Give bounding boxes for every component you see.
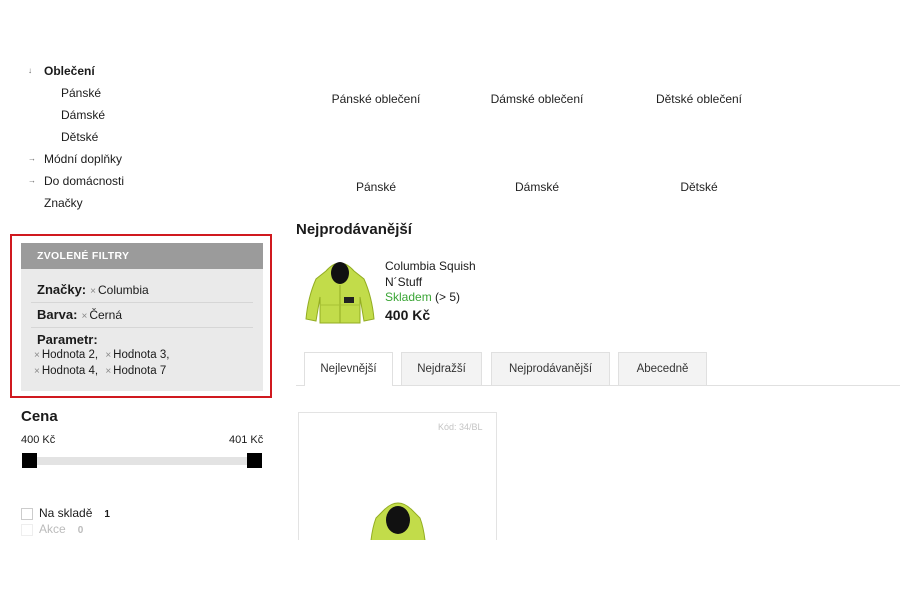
- tab-alphabetical[interactable]: Abecedně: [618, 352, 707, 385]
- checkbox-count: 0: [77, 525, 84, 536]
- product-name-line2: N´Stuff: [385, 275, 423, 289]
- tree-item-label: Dámské: [61, 108, 106, 122]
- tree-item-detske[interactable]: Dětské: [28, 126, 248, 148]
- tab-cheapest[interactable]: Nejlevnější: [304, 352, 393, 386]
- category-tree: ↓ Oblečení Pánské Dámské Dětské → Módní …: [28, 60, 248, 214]
- category-link-mens[interactable]: Pánské: [301, 180, 451, 194]
- bestsellers-title: Nejprodávanější: [296, 221, 412, 238]
- category-link-mens-clothing[interactable]: Pánské oblečení: [301, 92, 451, 106]
- checkbox-label: Na skladě: [39, 506, 93, 520]
- price-slider-max-handle[interactable]: [247, 453, 262, 468]
- checkbox-count: 1: [104, 509, 110, 520]
- tree-item-obleceni[interactable]: ↓ Oblečení: [28, 60, 248, 82]
- category-link-kids[interactable]: Dětské: [624, 180, 774, 194]
- product-name[interactable]: Columbia Squish N´Stuff: [385, 258, 505, 290]
- tree-item-damske[interactable]: Dámské: [28, 104, 248, 126]
- highlight-outline: [10, 234, 272, 398]
- tree-item-znacky[interactable]: Značky: [28, 192, 248, 214]
- price-slider-min-handle[interactable]: [22, 453, 37, 468]
- category-link-kids-clothing[interactable]: Dětské oblečení: [624, 92, 774, 106]
- tab-most-expensive[interactable]: Nejdražší: [401, 352, 482, 385]
- tree-item-label: Oblečení: [44, 64, 95, 78]
- tree-item-label: Značky: [44, 196, 83, 210]
- price-title: Cena: [21, 408, 58, 425]
- jacket-icon: [305, 262, 375, 324]
- product-code: Kód: 34/BL: [438, 422, 483, 432]
- product-card-image[interactable]: [370, 500, 426, 540]
- arrow-down-icon: ↓: [28, 66, 32, 75]
- tree-item-label: Módní doplňky: [44, 152, 123, 166]
- price-min-value: 400 Kč: [21, 434, 56, 446]
- page-bottom: [0, 540, 900, 600]
- product-image[interactable]: [304, 257, 376, 327]
- tree-item-label: Do domácnosti: [44, 174, 125, 188]
- category-link-womens-clothing[interactable]: Dámské oblečení: [462, 92, 612, 106]
- stock-status: Skladem: [385, 290, 432, 304]
- tree-item-modni-doplnky[interactable]: → Módní doplňky: [28, 148, 248, 170]
- product-name-line1: Columbia Squish: [385, 259, 476, 273]
- tree-item-label: Pánské: [61, 86, 102, 100]
- tree-item-panske[interactable]: Pánské: [28, 82, 248, 104]
- price-slider-track[interactable]: [24, 457, 260, 465]
- stock-count: (> 5): [435, 290, 461, 304]
- price-max-value: 401 Kč: [229, 434, 264, 446]
- product-stock: Skladem (> 5): [385, 290, 460, 304]
- jacket-icon: [370, 502, 426, 540]
- product-price: 400 Kč: [385, 307, 431, 323]
- arrow-right-icon: →: [28, 176, 36, 185]
- checkbox-label: Akce: [39, 522, 66, 536]
- checkbox[interactable]: [21, 523, 33, 536]
- tree-item-do-domacnosti[interactable]: → Do domácnosti: [28, 170, 248, 192]
- checkbox[interactable]: [21, 507, 33, 520]
- checkbox-in-stock[interactable]: Na skladě 1: [21, 505, 110, 521]
- arrow-right-icon: →: [28, 154, 36, 163]
- category-link-womens[interactable]: Dámské: [462, 180, 612, 194]
- tree-item-label: Dětské: [61, 130, 99, 144]
- tab-bestselling[interactable]: Nejprodávanější: [491, 352, 610, 385]
- checkbox-sale[interactable]: Akce 0: [21, 521, 83, 537]
